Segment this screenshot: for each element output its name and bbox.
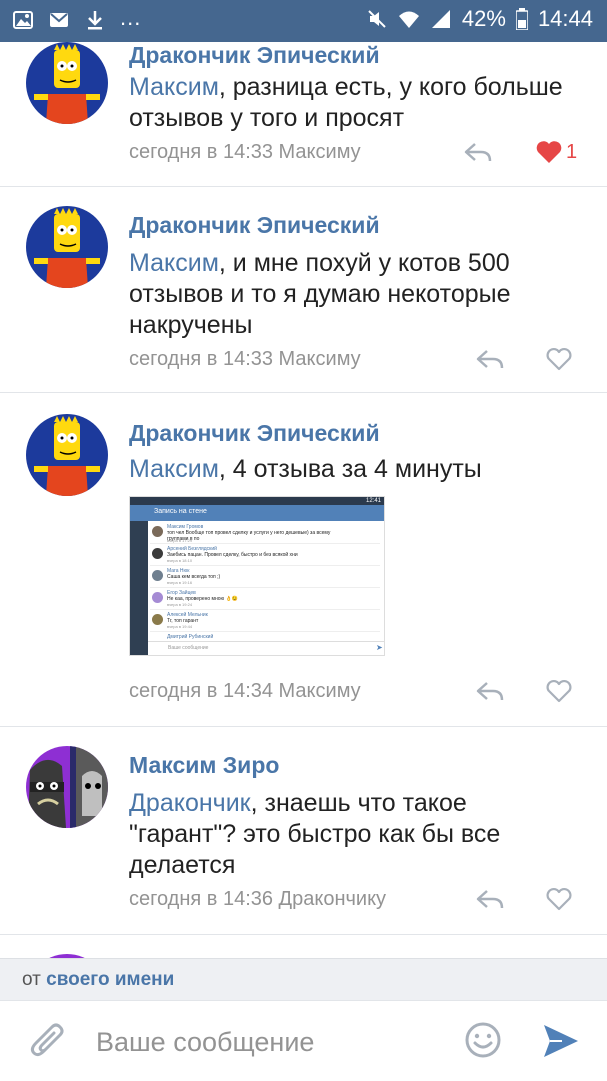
shot-row: Алексей Мельник Тг, топ гарант вчера в 1… <box>150 611 380 632</box>
comment-author[interactable]: Дракончик Эпический <box>129 420 380 447</box>
sender-prefix: от <box>22 969 41 990</box>
shot-row-date: вчера в 19:24 <box>167 602 193 607</box>
comment-meta[interactable]: сегодня в 14:33 Максиму <box>129 141 361 164</box>
reply-icon[interactable] <box>463 141 493 163</box>
comment-text: Максим, разница есть, у кого больше отзы… <box>129 72 579 134</box>
shot-input-placeholder: Ваше сообщение <box>168 645 209 651</box>
reply-icon[interactable] <box>475 680 505 702</box>
download-icon <box>88 11 102 30</box>
reply-icon[interactable] <box>475 888 505 910</box>
status-bar: ... 42% 14:44 <box>0 0 607 42</box>
clock: 14:44 <box>537 6 593 31</box>
like-count: 1 <box>566 141 578 163</box>
shot-row-date: вчера в 17:29 <box>167 538 193 543</box>
comment-text: Максим, и мне похуй у котов 500 отзывов … <box>129 248 579 341</box>
comment-author[interactable]: Дракончик Эпический <box>129 212 380 239</box>
shot-header-title: Запись на стене <box>154 508 207 515</box>
heart-outline-icon[interactable] <box>545 679 573 703</box>
battery-icon <box>515 8 528 30</box>
comments-feed[interactable]: Дракончик Эпический Максим, разница есть… <box>0 42 607 958</box>
reply-icon[interactable] <box>475 348 505 370</box>
shot-row: Мага Нюк Саша кем всегда топ ;) вчера в … <box>150 567 380 588</box>
attached-screenshot[interactable]: 12:41 Запись на стене Максим Громов топ … <box>129 496 385 656</box>
shot-row-date: вчера в 19:44 <box>167 624 193 629</box>
shot-input: Ваше сообщение ➤ <box>148 641 384 655</box>
more-notifications: ... <box>120 5 142 30</box>
shot-sidebar <box>130 521 148 655</box>
shot-row-date: вчера в 19:16 <box>167 580 193 585</box>
gallery-icon <box>13 11 33 29</box>
send-icon[interactable] <box>542 1023 580 1059</box>
shot-row: Егор Зайцев Не каа, проверено мною 👌😉 вч… <box>150 589 380 610</box>
shot-row: Арсений Безглядский Заебись пацан. Прове… <box>150 545 380 566</box>
heart-outline-icon[interactable] <box>545 887 573 911</box>
comment-item[interactable]: Дракончик Эпический Максим, 4 отзыва за … <box>0 392 607 727</box>
comment-text: Дракончик, знаешь что такое "гарант"? эт… <box>129 788 579 881</box>
wifi-icon <box>398 11 419 28</box>
heart-filled-icon[interactable] <box>535 140 563 164</box>
shot-status-time: 12:41 <box>365 498 381 504</box>
shot-row: Дмитрий Рубинский <box>150 633 380 641</box>
shot-statusbar: 12:41 <box>130 497 384 505</box>
avatar[interactable] <box>26 42 108 124</box>
comment-addressee[interactable]: Максим <box>129 249 219 277</box>
comment-author[interactable]: Дракончик Эпический <box>129 42 380 69</box>
emoji-icon[interactable] <box>464 1021 502 1059</box>
shot-row-name: Дмитрий Рубинский <box>167 634 214 640</box>
heart-outline-icon[interactable] <box>545 347 573 371</box>
system-icons: 42% 14:44 <box>366 6 593 32</box>
battery-percent: 42% <box>461 6 506 31</box>
shot-row: Максим Громов топ чел Вообще топ провел … <box>150 523 380 544</box>
sender-link[interactable]: своего имени <box>46 969 174 990</box>
comment-meta[interactable]: сегодня в 14:36 Дракончику <box>129 888 386 911</box>
comment-item[interactable]: Максим Зиро Дракончик, знаешь что такое … <box>0 726 607 935</box>
avatar[interactable] <box>26 746 108 828</box>
sender-selector[interactable]: от своего имени <box>0 958 607 1001</box>
comment-addressee[interactable]: Максим <box>129 73 219 101</box>
comment-body: , 4 отзыва за 4 минуты <box>218 455 482 483</box>
avatar[interactable] <box>26 206 108 288</box>
comment-text: Максим, 4 отзыва за 4 минуты <box>129 454 579 485</box>
avatar[interactable] <box>26 414 108 496</box>
comment-addressee[interactable]: Максим <box>129 455 219 483</box>
comment-item[interactable]: Дракончик Эпический Максим, разница есть… <box>0 42 607 187</box>
notification-icons: ... <box>12 5 141 31</box>
shot-row-date: вчера в 18:10 <box>167 558 193 563</box>
message-composer: Ваше сообщение <box>0 1000 607 1081</box>
comment-item[interactable]: Дракончик Эпический Максим, и мне похуй … <box>0 186 607 393</box>
comment-meta[interactable]: сегодня в 14:33 Максиму <box>129 348 361 371</box>
mail-icon <box>50 13 68 27</box>
sender-label: от своего имени <box>22 969 174 991</box>
comment-meta[interactable]: сегодня в 14:34 Максиму <box>129 680 361 703</box>
comment-addressee[interactable]: Дракончик <box>129 789 251 817</box>
attach-icon[interactable] <box>30 1021 66 1061</box>
message-input[interactable]: Ваше сообщение <box>96 1027 314 1058</box>
signal-icon <box>431 10 450 28</box>
comment-author[interactable]: Максим Зиро <box>129 752 279 779</box>
mute-icon <box>368 10 386 28</box>
